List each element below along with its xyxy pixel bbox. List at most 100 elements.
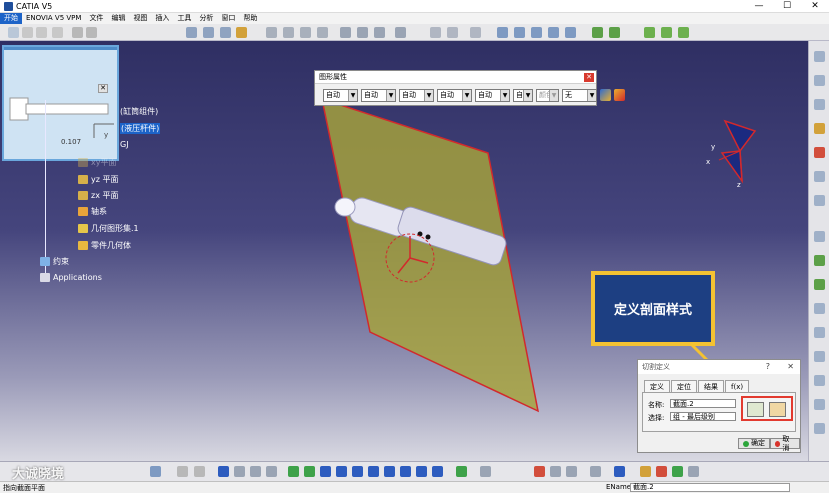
measure-item-icon[interactable]	[550, 466, 561, 477]
symmetry-icon[interactable]	[548, 27, 559, 38]
menu-insert[interactable]: 插入	[151, 13, 173, 24]
menu-start[interactable]: 开始	[0, 13, 22, 24]
tool-9-icon[interactable]	[814, 255, 825, 266]
zoom-in-icon[interactable]	[336, 466, 347, 477]
copy-icon[interactable]	[86, 27, 97, 38]
line-icon[interactable]	[283, 27, 294, 38]
save-icon[interactable]	[36, 27, 47, 38]
selection-field[interactable]: 组 - 最后级别	[670, 412, 736, 421]
paint-brush-icon[interactable]	[600, 89, 611, 101]
rule-icon[interactable]	[661, 27, 672, 38]
tool-2-icon[interactable]	[814, 75, 825, 86]
tree-item-axis-system[interactable]: 轴系	[78, 206, 107, 217]
render-icon[interactable]	[456, 466, 467, 477]
tool-14-icon[interactable]	[814, 375, 825, 386]
preview-close-button[interactable]: ✕	[98, 84, 108, 93]
tree-item-geometric-set[interactable]: 几何图形集.1	[78, 223, 139, 234]
point-icon[interactable]	[266, 27, 277, 38]
tree-item-hydraulic-rod[interactable]: (液压杆件)	[120, 123, 161, 134]
tree-item-applications[interactable]: Applications	[40, 273, 102, 282]
format-painter-icon[interactable]	[614, 89, 625, 101]
minimize-button[interactable]: —	[745, 0, 773, 13]
rotate-view-icon[interactable]	[320, 466, 331, 477]
tree-item-yz-plane[interactable]: yz 平面	[78, 174, 118, 185]
tab-definition[interactable]: 定义	[644, 380, 670, 392]
update-icon[interactable]	[590, 466, 601, 477]
sweep-icon[interactable]	[374, 27, 385, 38]
tool-1-icon[interactable]	[814, 51, 825, 62]
tool-15-icon[interactable]	[814, 399, 825, 410]
line-type-combo[interactable]: 自动 ▼	[437, 89, 472, 102]
projection-icon[interactable]	[317, 27, 328, 38]
fit-all-icon[interactable]	[288, 466, 299, 477]
inertia-icon[interactable]	[566, 466, 577, 477]
tree-item-constraints[interactable]: 约束	[40, 256, 69, 267]
tool-16-icon[interactable]	[814, 423, 825, 434]
plane-icon[interactable]	[300, 27, 311, 38]
graphic-properties-close-button[interactable]: ✕	[584, 73, 594, 82]
tool-7-icon[interactable]	[814, 195, 825, 206]
iso-view-icon[interactable]	[384, 466, 395, 477]
ok-button[interactable]: 确定	[738, 438, 770, 449]
rotate-icon[interactable]	[531, 27, 542, 38]
tool-3-icon[interactable]	[814, 99, 825, 110]
table-icon[interactable]	[218, 466, 229, 477]
layer-combo[interactable]: 无 ▼	[562, 89, 597, 102]
extrude-icon[interactable]	[340, 27, 351, 38]
comment-icon[interactable]	[194, 466, 205, 477]
sketch-icon[interactable]	[186, 27, 197, 38]
cut-icon[interactable]	[72, 27, 83, 38]
menu-help[interactable]: 帮助	[239, 13, 261, 24]
measure-icon[interactable]	[203, 27, 214, 38]
swap-space-icon[interactable]	[432, 466, 443, 477]
material-icon[interactable]	[236, 27, 247, 38]
line-thickness-combo[interactable]: 自动 ▼	[399, 89, 434, 102]
tree-item-cylinder-assembly[interactable]: (缸筒组件)	[120, 106, 158, 117]
pan-icon[interactable]	[304, 466, 315, 477]
param-icon[interactable]	[234, 466, 245, 477]
select-icon[interactable]	[150, 466, 161, 477]
normal-view-icon[interactable]	[368, 466, 379, 477]
point-symbol-combo[interactable]: 自动 ▼	[475, 89, 510, 102]
apply-material-icon[interactable]	[614, 466, 625, 477]
light-icon[interactable]	[250, 466, 261, 477]
translate-icon[interactable]	[514, 27, 525, 38]
knowledge-advisor-icon[interactable]	[656, 466, 667, 477]
close-button[interactable]: ✕	[801, 0, 829, 13]
scale-icon[interactable]	[565, 27, 576, 38]
revolve-icon[interactable]	[357, 27, 368, 38]
sun-icon[interactable]	[266, 466, 277, 477]
tool-5-icon[interactable]	[814, 147, 825, 158]
transparency-combo[interactable]: 自动 ▼	[361, 89, 396, 102]
menu-tools[interactable]: 工具	[173, 13, 195, 24]
section-dialog-close-button[interactable]: ✕	[787, 362, 794, 371]
check-analysis-icon[interactable]	[672, 466, 683, 477]
axis-icon[interactable]	[497, 27, 508, 38]
menu-file[interactable]: 文件	[85, 13, 107, 24]
section-plane[interactable]	[321, 97, 540, 413]
menu-view[interactable]: 视图	[129, 13, 151, 24]
rendering-combo[interactable]: 自动▼	[513, 89, 533, 102]
print-icon[interactable]	[52, 27, 63, 38]
split-icon[interactable]	[447, 27, 458, 38]
tab-positioning[interactable]: 定位	[671, 380, 697, 392]
menu-window[interactable]: 窗口	[217, 13, 239, 24]
new-icon[interactable]	[8, 27, 19, 38]
open-icon[interactable]	[22, 27, 33, 38]
catalog-browser-icon[interactable]	[640, 466, 651, 477]
help-icon[interactable]: ?	[766, 362, 770, 371]
status-field-value[interactable]: 截面.2	[630, 483, 790, 492]
fill-icon[interactable]	[395, 27, 406, 38]
maximize-button[interactable]: ☐	[773, 0, 801, 13]
measure-between-icon[interactable]	[534, 466, 545, 477]
catalog-icon[interactable]	[592, 27, 603, 38]
menu-edit[interactable]: 编辑	[107, 13, 129, 24]
formula-icon[interactable]	[644, 27, 655, 38]
section-style-button[interactable]	[747, 402, 764, 417]
tool-8-icon[interactable]	[814, 231, 825, 242]
name-field[interactable]: 截面.2	[670, 399, 736, 408]
formula-fx-icon[interactable]	[177, 466, 188, 477]
trim-icon[interactable]	[470, 27, 481, 38]
tree-item-zx-plane[interactable]: zx 平面	[78, 190, 118, 201]
tree-item-part-body[interactable]: 零件几何体	[78, 240, 131, 251]
